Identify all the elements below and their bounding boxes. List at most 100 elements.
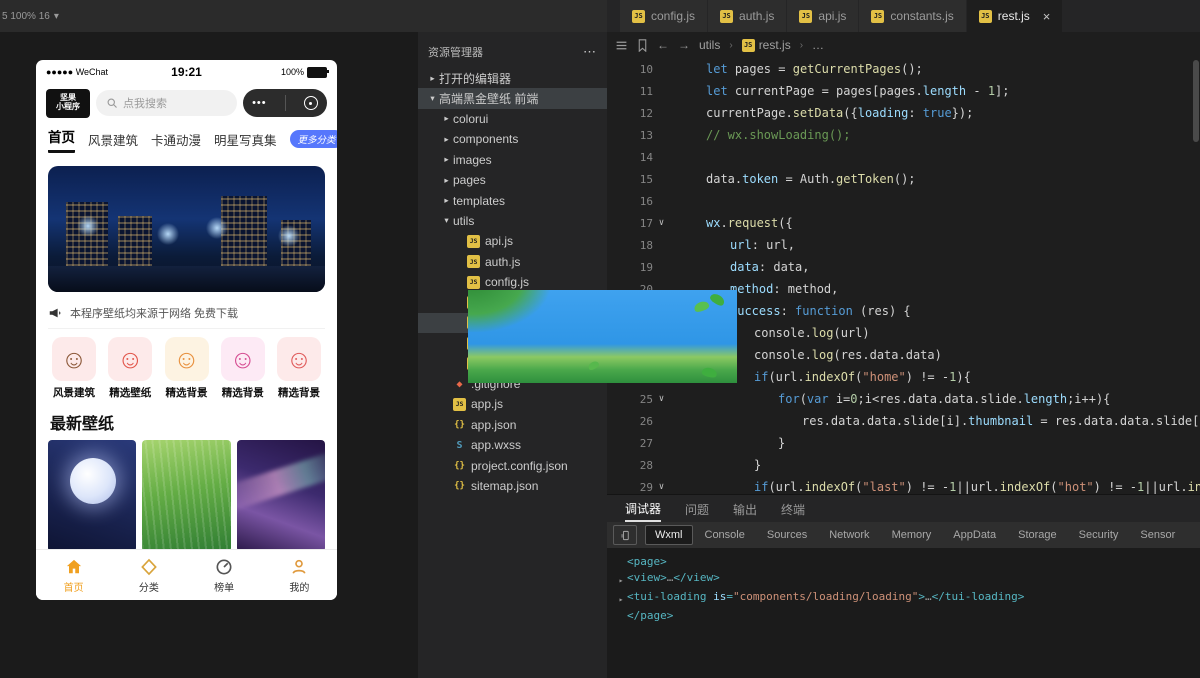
debugger-tab-问题[interactable]: 问题 — [685, 496, 709, 521]
category-item-风景建筑[interactable]: ☺风景建筑 — [48, 337, 100, 400]
fold-chevron-icon[interactable]: ∨ — [653, 482, 670, 492]
megaphone-icon — [48, 306, 62, 320]
bookmark-icon[interactable] — [637, 39, 648, 52]
category-item-精选背景[interactable]: ☺精选背景 — [273, 337, 325, 400]
search-placeholder: 点我搜索 — [123, 95, 167, 111]
debugger-tab-终端[interactable]: 终端 — [781, 496, 805, 521]
tabbar-item-榜单[interactable]: 榜单 — [187, 550, 262, 600]
code-line: 14 — [607, 146, 1192, 168]
breadcrumb-separator: › — [729, 40, 732, 51]
nav-tab-首页[interactable]: 首页 — [48, 126, 75, 153]
leaf-decoration — [701, 366, 718, 378]
wxml-node[interactable]: <page> — [615, 554, 1200, 570]
section-title: 最新壁纸 — [36, 402, 337, 440]
tabbar-item-分类[interactable]: 分类 — [111, 550, 186, 600]
tree-row-api.js[interactable]: JSapi.js — [418, 231, 607, 251]
search-input[interactable]: 点我搜索 — [96, 90, 237, 116]
tree-row-components[interactable]: ▸components — [418, 129, 607, 149]
devtools-tab-Sensor[interactable]: Sensor — [1130, 525, 1185, 545]
nav-tab-卡通动漫[interactable]: 卡通动漫 — [151, 130, 201, 149]
devtools-tab-Console[interactable]: Console — [695, 525, 755, 545]
nav-tab-风景建筑[interactable]: 风景建筑 — [88, 130, 138, 149]
wxml-node[interactable]: ▸<tui-loading is="components/loading/loa… — [615, 589, 1200, 608]
wxml-node[interactable]: </page> — [615, 608, 1200, 624]
breadcrumb-more[interactable]: … — [812, 38, 824, 52]
expand-arrow-icon[interactable]: ▸ — [615, 589, 627, 608]
breadcrumb-folder[interactable]: utils — [699, 38, 720, 52]
tree-row-sitemap.json[interactable]: {}sitemap.json — [418, 476, 607, 496]
more-categories-button[interactable]: 更多分类 — [290, 130, 337, 148]
devtools-tab-Memory[interactable]: Memory — [882, 525, 942, 545]
wallpaper-thumbnail-aurora[interactable] — [237, 440, 325, 552]
category-label: 精选背景 — [273, 385, 325, 400]
clock-label: 19:21 — [36, 65, 337, 79]
wxml-node[interactable]: ▸<view>…</view> — [615, 570, 1200, 589]
code-line: 15data.token = Auth.getToken(); — [607, 168, 1192, 190]
editor-scrollbar[interactable] — [1193, 60, 1199, 142]
file-tab-rest.js[interactable]: JSrest.js× — [967, 0, 1064, 32]
tree-item-label: auth.js — [485, 255, 520, 269]
forward-arrow-icon[interactable]: → — [678, 38, 690, 52]
tree-row-auth.js[interactable]: JSauth.js — [418, 252, 607, 272]
fold-chevron-icon[interactable]: ∨ — [653, 394, 670, 404]
tabbar-item-首页[interactable]: 首页 — [36, 550, 111, 600]
tree-row-app.json[interactable]: {}app.json — [418, 415, 607, 435]
editor-list-icon[interactable] — [615, 39, 628, 52]
tab-close-icon[interactable]: × — [1043, 9, 1051, 24]
devtools-tab-Network[interactable]: Network — [819, 525, 879, 545]
devtools-tab-Storage[interactable]: Storage — [1008, 525, 1067, 545]
tree-row-打开的编辑器[interactable]: ▸打开的编辑器 — [418, 68, 607, 88]
back-arrow-icon[interactable]: ← — [657, 38, 669, 52]
line-number: 11 — [607, 85, 653, 98]
tabbar-item-我的[interactable]: 我的 — [262, 550, 337, 600]
nav-tab-明星写真集[interactable]: 明星写真集 — [214, 130, 277, 149]
expand-arrow-icon[interactable]: ▸ — [615, 570, 627, 589]
category-item-精选背景[interactable]: ☺精选背景 — [161, 337, 213, 400]
tree-row-pages[interactable]: ▸pages — [418, 170, 607, 190]
tree-row-images[interactable]: ▸images — [418, 150, 607, 170]
notice-marquee[interactable]: 本程序壁纸均来源于网络 免费下载 — [48, 298, 325, 329]
bottom-tab-bar: 首页分类榜单我的 — [36, 549, 337, 600]
breadcrumb-file[interactable]: JSrest.js — [742, 38, 791, 52]
debugger-tab-调试器[interactable]: 调试器 — [625, 495, 661, 522]
code-area[interactable]: 10let pages = getCurrentPages();11let cu… — [607, 58, 1192, 495]
tree-row-utils[interactable]: ▾utils — [418, 211, 607, 231]
tree-arrow-icon: ▾ — [440, 215, 453, 226]
leaf-decoration — [709, 292, 726, 308]
category-item-精选壁纸[interactable]: ☺精选壁纸 — [104, 337, 156, 400]
tree-row-高端黑金壁纸 前端[interactable]: ▾高端黑金壁纸 前端 — [418, 88, 607, 108]
wallpaper-thumbnail-moon[interactable] — [48, 440, 136, 552]
tree-row-colorui[interactable]: ▸colorui — [418, 109, 607, 129]
tree-row-app.js[interactable]: JSapp.js — [418, 394, 607, 414]
wallpaper-thumbnail-grass[interactable] — [142, 440, 230, 552]
devtools-tab-Wxml[interactable]: Wxml — [645, 525, 693, 545]
tree-item-label: project.config.json — [471, 459, 568, 473]
category-item-精选背景[interactable]: ☺精选背景 — [217, 337, 269, 400]
devtools-tab-Security[interactable]: Security — [1069, 525, 1129, 545]
file-tab-auth.js[interactable]: JSauth.js — [708, 0, 787, 32]
tree-row-app.wxss[interactable]: Sapp.wxss — [418, 435, 607, 455]
device-toggle-button[interactable] — [613, 525, 637, 545]
more-actions-icon[interactable]: ⋯ — [583, 44, 597, 60]
file-tab-label: constants.js — [890, 9, 953, 23]
code-editor[interactable]: ← → utils › JSrest.js › … 10let pages = … — [607, 32, 1200, 495]
devtools-tab-Sources[interactable]: Sources — [757, 525, 817, 545]
code-text: data.token = Auth.getToken(); — [670, 172, 916, 186]
leaf-decoration — [587, 360, 600, 372]
file-tab-api.js[interactable]: JSapi.js — [787, 0, 859, 32]
file-tab-constants.js[interactable]: JSconstants.js — [859, 0, 966, 32]
file-tab-config.js[interactable]: JSconfig.js — [620, 0, 708, 32]
banner-carousel[interactable] — [48, 166, 325, 292]
fold-chevron-icon[interactable]: ∨ — [653, 218, 670, 228]
devtools-tab-AppData[interactable]: AppData — [943, 525, 1006, 545]
tree-row-templates[interactable]: ▸templates — [418, 190, 607, 210]
wxml-inspector[interactable]: <page>▸<view>…</view>▸<tui-loading is="c… — [607, 548, 1200, 678]
devtools-tab-bar: WxmlConsoleSourcesNetworkMemoryAppDataSt… — [607, 522, 1200, 548]
wallpaper-preview-overlay — [468, 290, 737, 383]
code-text: data: data, — [670, 260, 809, 274]
tree-row-project.config.json[interactable]: {}project.config.json — [418, 455, 607, 475]
zoom-control[interactable]: 5 100% 16 ▾ — [2, 0, 59, 32]
minimize-target-icon[interactable] — [304, 96, 318, 110]
more-menu-button[interactable]: ••• — [252, 97, 267, 109]
debugger-tab-输出[interactable]: 输出 — [733, 496, 757, 521]
